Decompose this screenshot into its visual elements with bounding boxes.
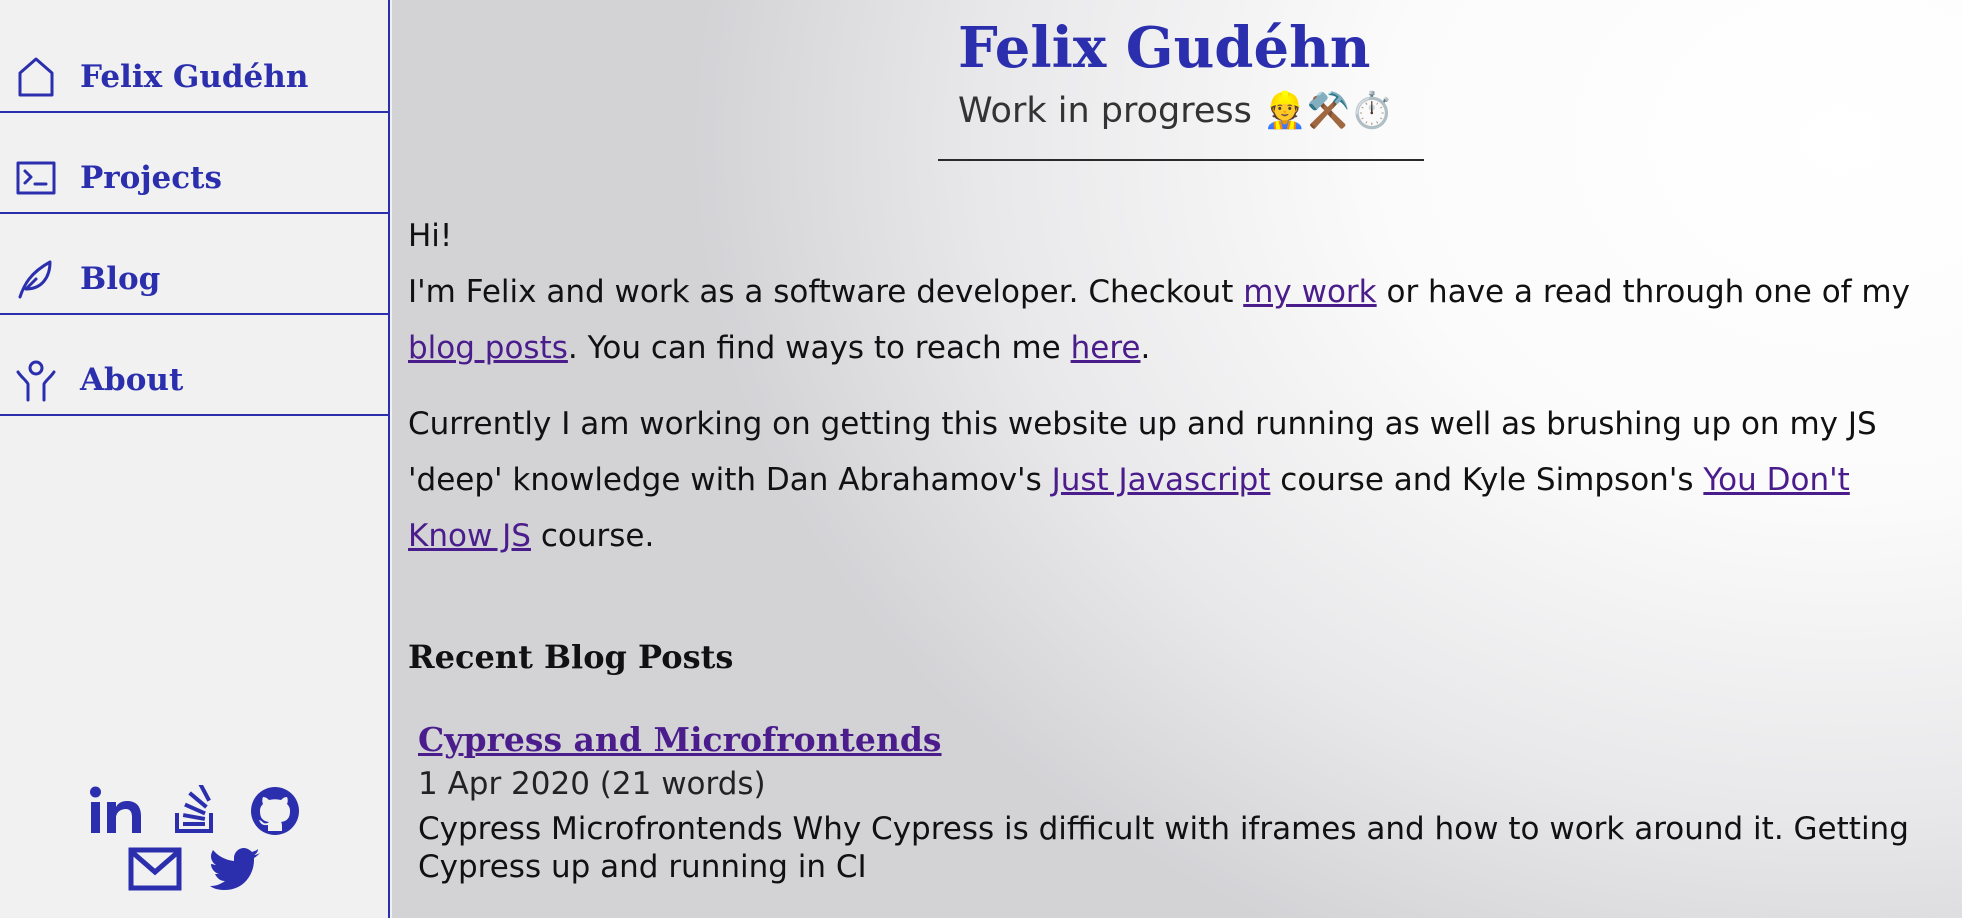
sidebar: Felix Gudéhn Projects Blog About <box>0 0 390 918</box>
post-description: Cypress Microfrontends Why Cypress is di… <box>418 811 1909 885</box>
person-icon <box>16 360 56 402</box>
mail-icon[interactable] <box>128 847 182 891</box>
recent-posts-heading: Recent Blog Posts <box>408 638 734 676</box>
sidebar-item-blog[interactable]: Blog <box>0 214 390 315</box>
github-icon[interactable] <box>249 785 301 837</box>
twitter-icon[interactable] <box>210 847 262 891</box>
main-content: Felix Gudéhn Work in progress 👷⚒️⏱️ Hi! … <box>392 0 1962 918</box>
blog-posts-link[interactable]: blog posts <box>408 330 568 366</box>
current-work-paragraph: Currently I am working on getting this w… <box>408 396 1938 564</box>
post-meta: 1 Apr 2020 (21 words) <box>418 766 766 802</box>
page-title: Felix Gudéhn <box>958 15 1371 81</box>
sidebar-item-home[interactable]: Felix Gudéhn <box>0 12 390 113</box>
just-javascript-link[interactable]: Just Javascript <box>1052 462 1271 498</box>
greeting: Hi! <box>408 218 453 254</box>
my-work-link[interactable]: my work <box>1243 274 1376 310</box>
linkedin-icon[interactable] <box>89 785 143 835</box>
sidebar-item-label: Blog <box>80 261 161 297</box>
current-work-text: course. <box>530 518 655 554</box>
intro-text: . <box>1140 330 1151 366</box>
intro-text: . You can find ways to reach me <box>567 330 1071 366</box>
home-icon <box>18 57 54 97</box>
page-header: Felix Gudéhn Work in progress 👷⚒️⏱️ <box>938 12 1424 161</box>
social-links <box>0 785 390 901</box>
sidebar-nav: Felix Gudéhn Projects Blog About <box>0 12 390 416</box>
page-subtitle: Work in progress 👷⚒️⏱️ <box>958 91 1394 131</box>
stackoverflow-icon[interactable] <box>171 785 221 835</box>
sidebar-item-projects[interactable]: Projects <box>0 113 390 214</box>
current-work-text: course and Kyle Simpson's <box>1270 462 1704 498</box>
sidebar-item-label: Projects <box>80 160 222 196</box>
intro-paragraph: I'm Felix and work as a software develop… <box>408 264 1938 376</box>
intro-text: I'm Felix and work as a software develop… <box>408 274 1244 310</box>
contact-here-link[interactable]: here <box>1071 330 1141 366</box>
intro-section: Hi! I'm Felix and work as a software dev… <box>408 208 1938 564</box>
post-title-link[interactable]: Cypress and Microfrontends <box>418 718 942 762</box>
sidebar-item-label: Felix Gudéhn <box>80 59 309 95</box>
sidebar-item-label: About <box>80 362 184 398</box>
intro-text: or have a read through one of my <box>1376 274 1910 310</box>
blog-post-item: Cypress and Microfrontends 1 Apr 2020 (2… <box>418 718 1918 886</box>
sidebar-item-about[interactable]: About <box>0 315 390 416</box>
terminal-icon <box>16 161 56 195</box>
feather-icon <box>18 260 52 299</box>
